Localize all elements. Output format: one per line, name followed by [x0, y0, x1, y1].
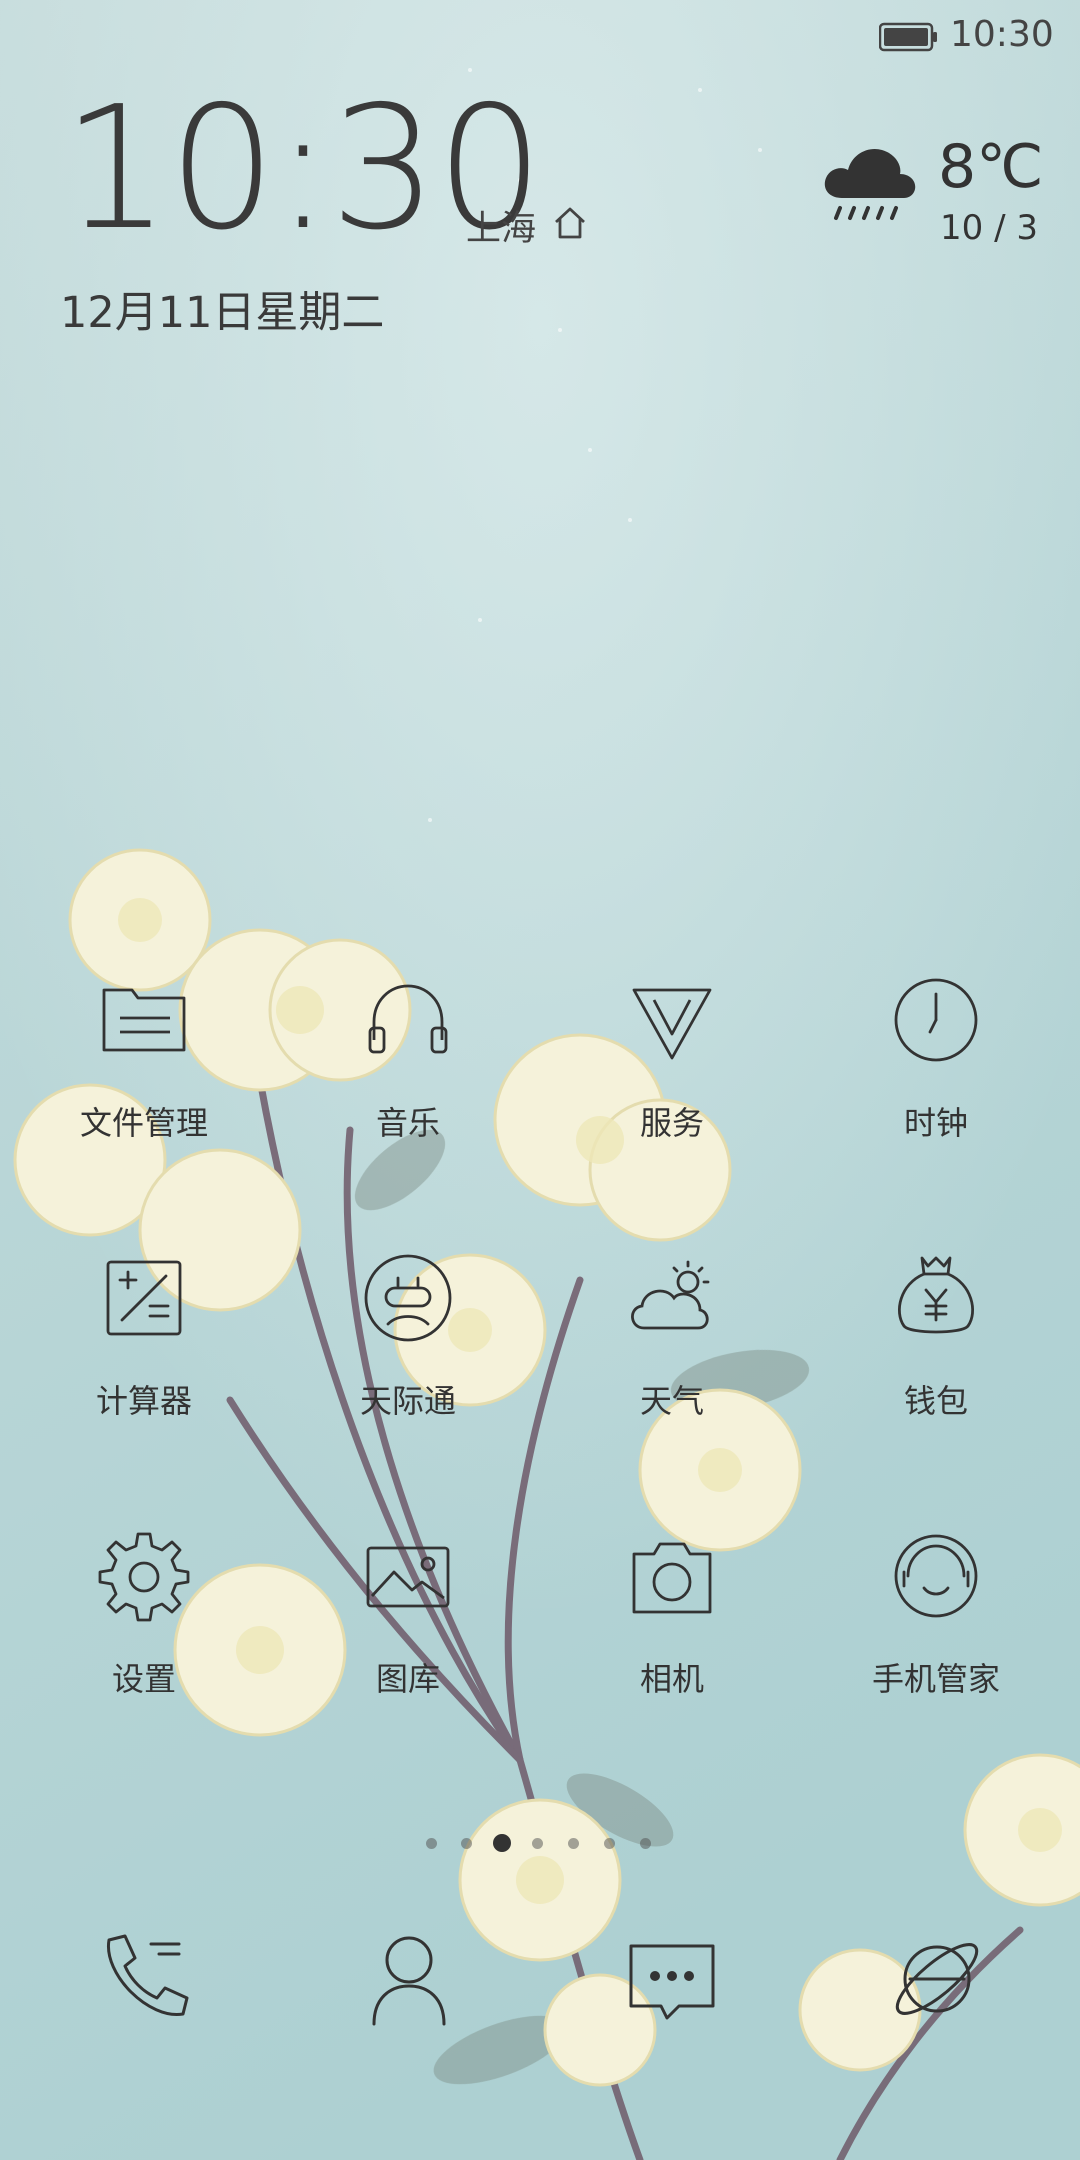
app-label: 天气 — [639, 1382, 704, 1420]
messages-icon[interactable] — [617, 1924, 727, 2034]
app-label: 设置 — [111, 1660, 176, 1698]
roaming-icon — [364, 1254, 452, 1342]
page-dot[interactable] — [532, 1838, 543, 1849]
phone-manager-icon — [894, 1534, 978, 1618]
status-bar: 10:30 — [0, 0, 1080, 74]
page-dot[interactable] — [604, 1838, 615, 1849]
battery-icon — [879, 22, 937, 52]
status-time: 10:30 — [950, 14, 1054, 55]
app-weather[interactable]: 天气 — [562, 1248, 782, 1448]
app-wallet[interactable]: 钱包 — [826, 1248, 1046, 1448]
app-skytone[interactable]: 天际通 — [298, 1248, 518, 1448]
app-label: 文件管理 — [79, 1104, 208, 1142]
app-calculator[interactable]: 计算器 — [34, 1248, 254, 1448]
app-gallery[interactable]: 图库 — [298, 1526, 518, 1726]
weather-temperature[interactable]: 8℃ — [938, 132, 1044, 202]
app-music[interactable]: 音乐 — [298, 970, 518, 1170]
clock-location[interactable]: 上海 — [466, 200, 536, 251]
folder-icon — [102, 988, 186, 1052]
calculator-icon — [106, 1260, 182, 1336]
app-label: 计算器 — [95, 1382, 192, 1420]
page-dot[interactable] — [568, 1838, 579, 1849]
browser-icon[interactable] — [882, 1924, 992, 2034]
wallet-icon — [898, 1256, 974, 1334]
gear-icon — [98, 1532, 190, 1622]
page-dot[interactable] — [640, 1838, 651, 1849]
page-indicator[interactable] — [0, 1832, 1080, 1856]
rain-cloud-icon — [824, 148, 916, 220]
app-clock[interactable]: 时钟 — [826, 970, 1046, 1170]
headphones-icon — [368, 984, 448, 1054]
app-phone-manager[interactable]: 手机管家 — [826, 1526, 1046, 1726]
diamond-icon — [632, 988, 712, 1060]
weather-icon — [631, 1260, 710, 1330]
home-icon — [555, 207, 585, 239]
app-label: 时钟 — [903, 1104, 968, 1142]
app-settings[interactable]: 设置 — [34, 1526, 254, 1726]
phone-icon[interactable] — [89, 1924, 199, 2034]
clock-icon — [894, 978, 978, 1062]
app-services[interactable]: 服务 — [562, 970, 782, 1170]
weather-temp-range[interactable]: 10 / 3 — [940, 208, 1038, 248]
app-file-manager[interactable]: 文件管理 — [34, 970, 254, 1170]
page-dot-active[interactable] — [493, 1834, 511, 1852]
app-camera[interactable]: 相机 — [562, 1526, 782, 1726]
page-dot[interactable] — [461, 1838, 472, 1849]
contacts-icon[interactable] — [354, 1924, 464, 2034]
app-label: 手机管家 — [871, 1660, 1000, 1698]
clock-date[interactable]: 12月11日星期二 — [60, 278, 384, 340]
page-dot[interactable] — [426, 1838, 437, 1849]
camera-icon — [632, 1542, 712, 1614]
app-label: 相机 — [639, 1660, 704, 1698]
app-label: 钱包 — [903, 1382, 968, 1420]
app-label: 图库 — [375, 1660, 440, 1698]
gallery-icon — [366, 1546, 450, 1608]
app-label: 音乐 — [375, 1104, 440, 1142]
app-label: 天际通 — [359, 1382, 456, 1420]
app-label: 服务 — [639, 1104, 704, 1142]
